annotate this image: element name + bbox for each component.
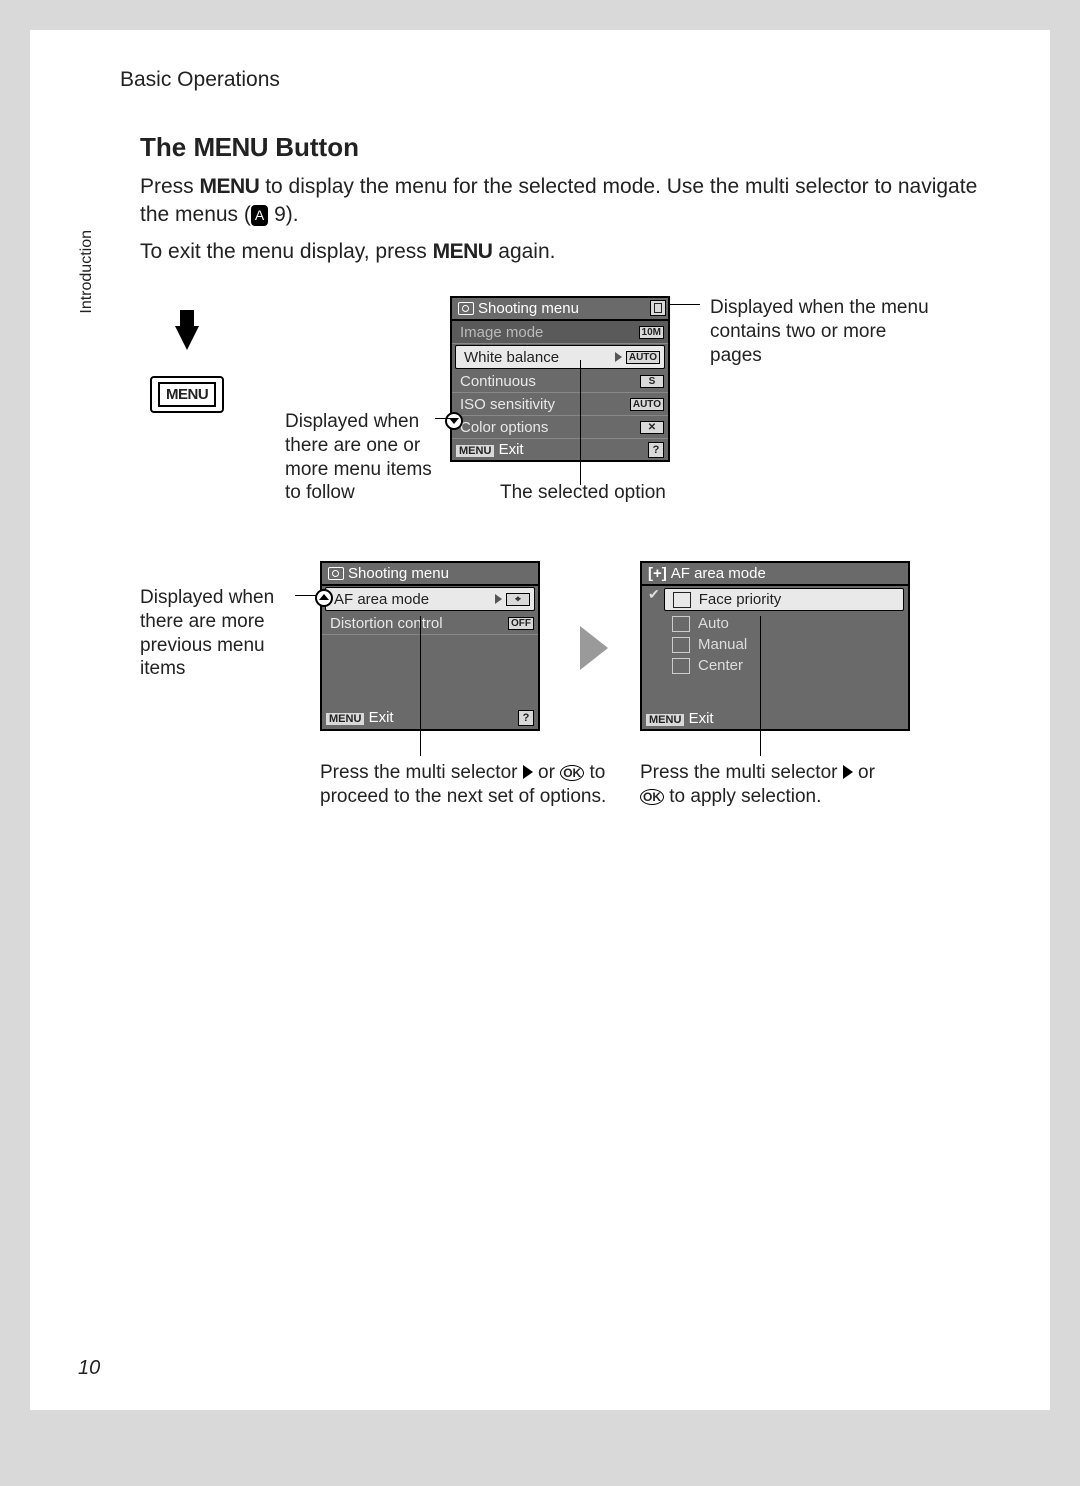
option: Manual <box>642 634 908 655</box>
camera-icon <box>458 302 474 315</box>
option-selected: Face priority <box>664 588 904 611</box>
intro-para-1: Press MENU to display the menu for the s… <box>140 173 990 230</box>
page-number: 10 <box>78 1357 100 1380</box>
center-icon <box>672 658 690 674</box>
exit-label: Exit <box>689 710 714 727</box>
checkmark-icon: ✔ <box>642 586 660 613</box>
menu-item-selected: AF area mode⌖ <box>325 587 535 611</box>
lcd-title: Shooting menu <box>348 565 449 582</box>
chevron-right-icon <box>615 352 622 362</box>
auto-icon <box>672 616 690 632</box>
face-priority-icon <box>673 592 691 608</box>
menu-item: Image mode10M <box>452 321 668 344</box>
menu-item-selected: White balanceAUTO <box>455 345 665 369</box>
reference-icon: A <box>251 205 268 226</box>
callout-selected-option: The selected option <box>500 481 666 505</box>
menu-button-illustration: MENU <box>150 326 224 413</box>
chapter-tab: Introduction <box>78 230 96 314</box>
callout-more-pages: Displayed when the menu contains two or … <box>710 296 930 367</box>
menu-item: Distortion controlOFF <box>322 612 538 635</box>
triangle-right-icon <box>843 765 853 779</box>
exit-label: Exit <box>499 441 524 458</box>
intro-para-2: To exit the menu display, press MENU aga… <box>140 238 990 266</box>
ok-icon: OK <box>640 789 664 805</box>
page-title: The MENU Button <box>140 132 990 163</box>
menu-chip: MENU <box>456 445 494 457</box>
title-prefix: The <box>140 132 193 162</box>
lcd-shooting-menu-1: Shooting menu Image mode10M White balanc… <box>450 296 670 462</box>
exit-label: Exit <box>369 709 394 726</box>
menu-item: ISO sensitivityAUTO <box>452 393 668 416</box>
more-below-icon <box>445 412 463 430</box>
caption-apply: Press the multi selector or OK to apply … <box>640 761 900 809</box>
arrow-down-icon <box>175 326 199 350</box>
lcd-af-area-mode: [+] AF area mode ✔ Face priority Auto Ma… <box>640 561 910 731</box>
help-icon: ? <box>648 442 664 458</box>
manual-icon <box>672 637 690 653</box>
manual-page: Basic Operations Introduction The MENU B… <box>30 30 1050 1410</box>
menu-item: Color options✕ <box>452 416 668 439</box>
caption-proceed: Press the multi selector or OK to procee… <box>320 761 610 809</box>
lcd-title: AF area mode <box>671 565 766 582</box>
menu-item: ContinuousS <box>452 370 668 393</box>
option: Center <box>642 655 908 676</box>
diagram-area: MENU Shooting menu Image mode10M White b… <box>140 296 990 876</box>
menu-chip: MENU <box>326 713 364 725</box>
option: Auto <box>642 613 908 634</box>
scroll-indicator-icon <box>650 300 666 316</box>
arrow-right-icon <box>580 626 608 670</box>
triangle-right-icon <box>523 765 533 779</box>
section-header: Basic Operations <box>120 68 990 92</box>
menu-word-inline: MENU <box>433 240 493 263</box>
ok-icon: OK <box>560 765 584 781</box>
help-icon: ? <box>518 710 534 726</box>
more-above-icon <box>315 589 333 607</box>
menu-button-label: MENU <box>158 382 216 407</box>
af-area-icon: [+] <box>648 565 667 582</box>
menu-word: MENU <box>193 132 268 162</box>
title-suffix: Button <box>268 132 359 162</box>
callout-more-follow: Displayed when there are one or more men… <box>285 410 445 505</box>
menu-chip: MENU <box>646 714 684 726</box>
chevron-right-icon <box>495 594 502 604</box>
camera-icon <box>328 567 344 580</box>
lcd-title: Shooting menu <box>478 300 579 317</box>
menu-word-inline: MENU <box>200 175 260 198</box>
lcd-shooting-menu-2: Shooting menu AF area mode⌖ Distortion c… <box>320 561 540 731</box>
callout-more-previous: Displayed when there are more previous m… <box>140 586 300 681</box>
